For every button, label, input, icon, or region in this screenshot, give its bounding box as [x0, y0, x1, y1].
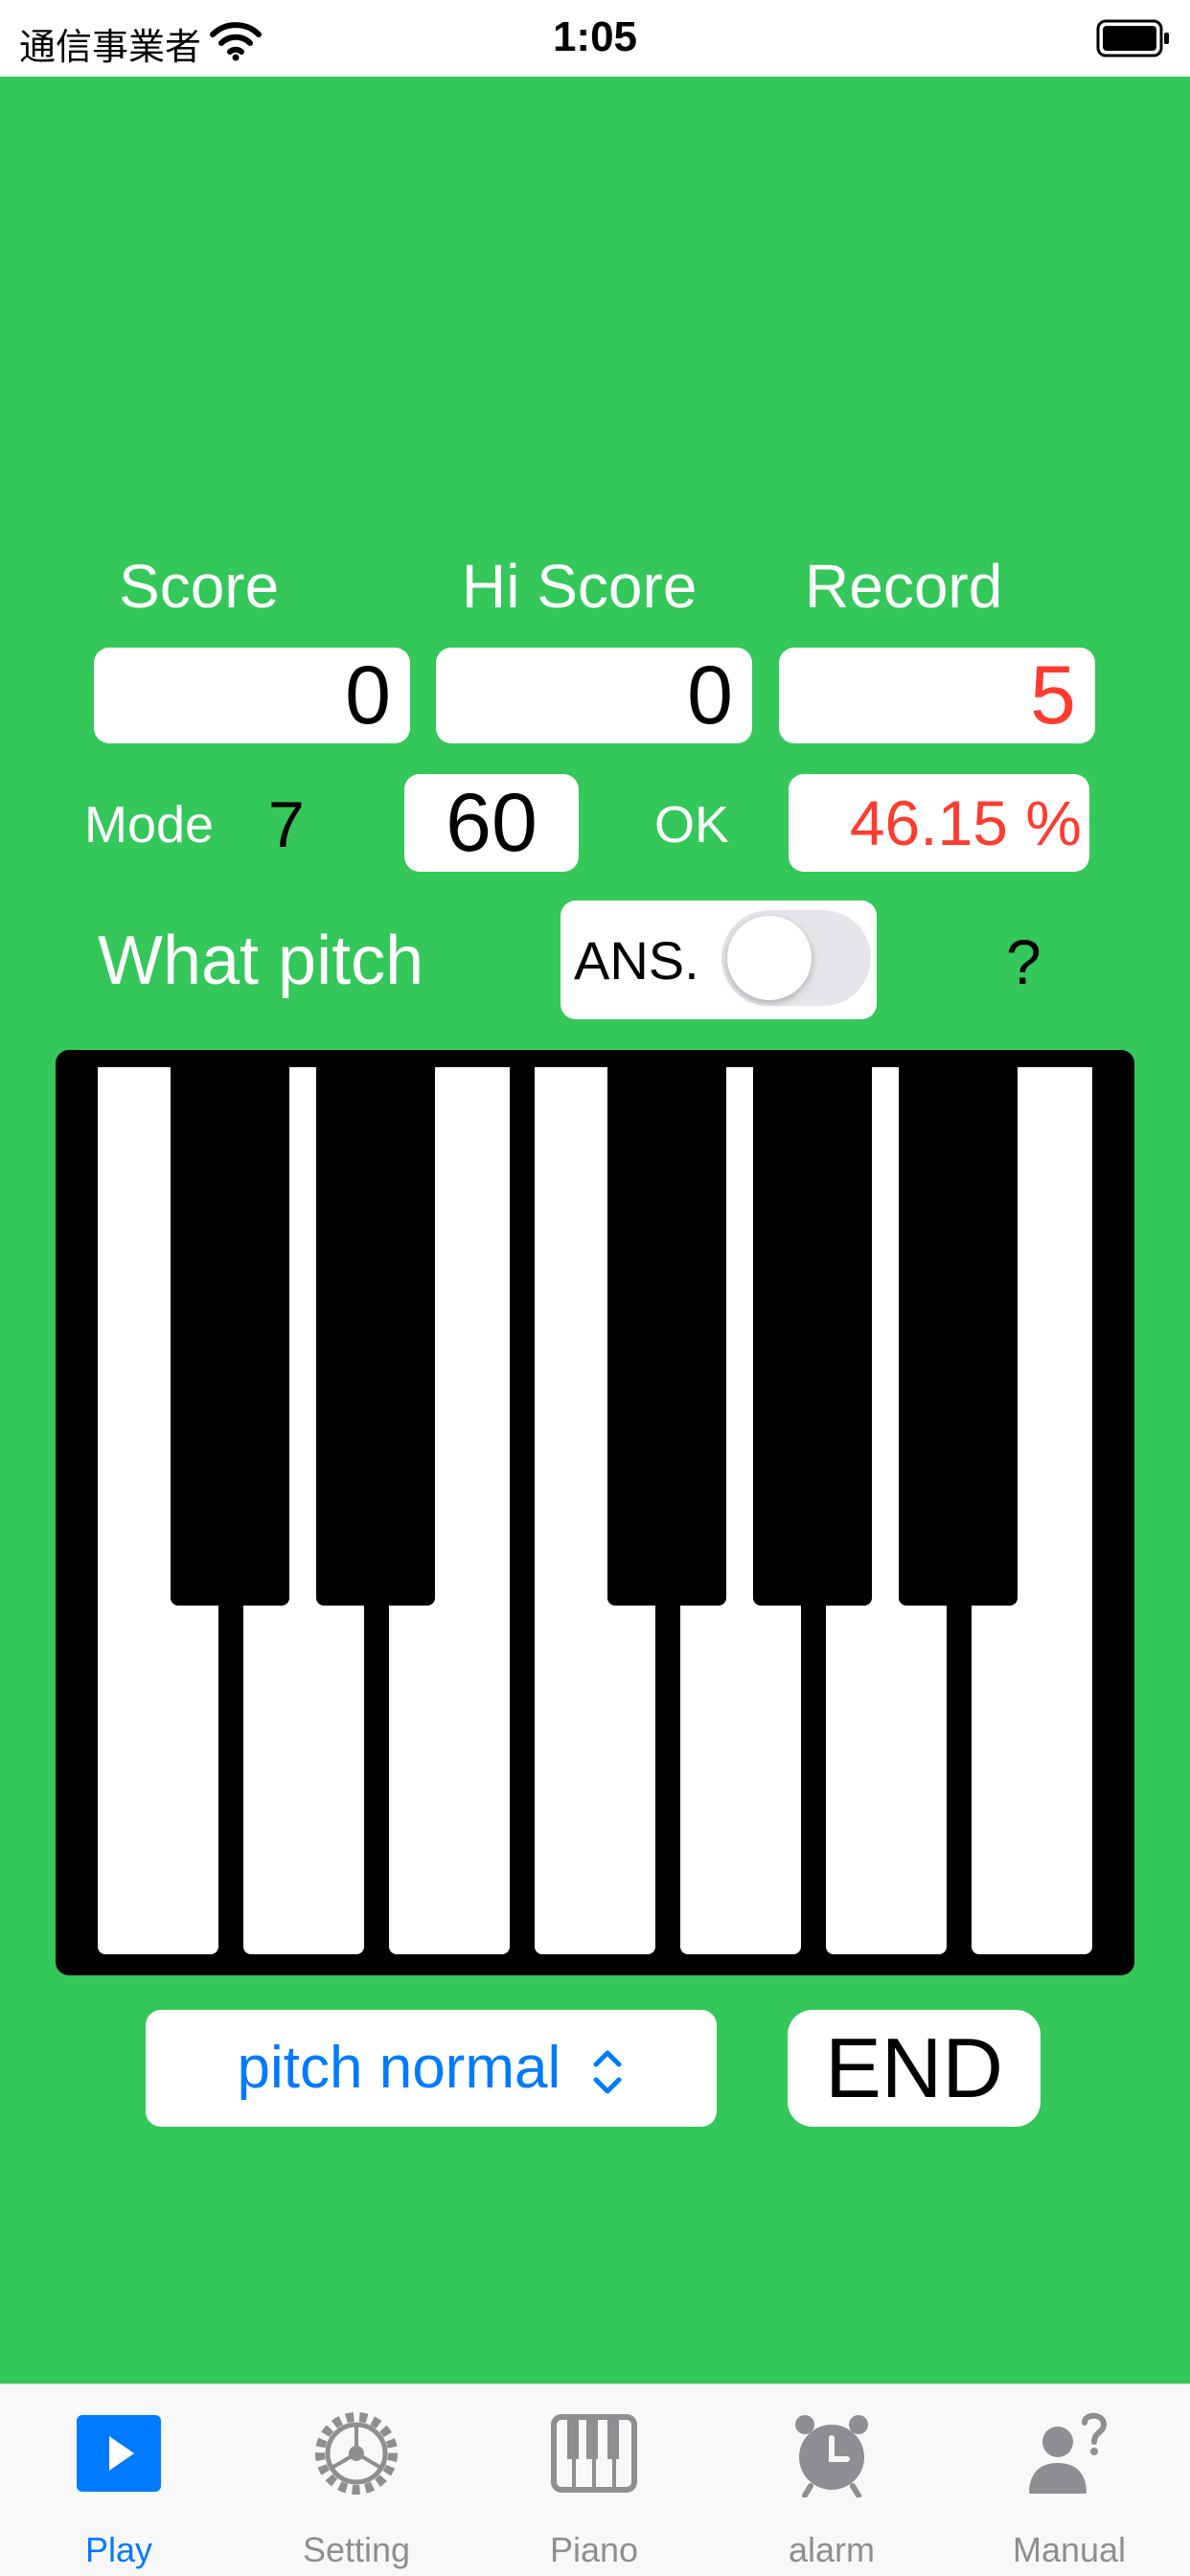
piano-icon	[551, 2414, 637, 2493]
record-label: Record	[805, 552, 1003, 621]
black-key-c-sharp[interactable]	[171, 1067, 289, 1606]
black-key-f-sharp[interactable]	[607, 1067, 726, 1606]
pitch-select[interactable]: pitch normal	[146, 2010, 717, 2127]
black-key-g-sharp[interactable]	[753, 1067, 872, 1606]
tab-label: alarm	[788, 2530, 876, 2569]
piano-keyboard	[56, 1050, 1134, 1975]
chevron-up-down-icon	[593, 2050, 622, 2094]
tab-label: Setting	[302, 2530, 411, 2569]
ok-percent: 46.15 %	[789, 774, 1089, 872]
mode-value: 7	[268, 788, 305, 861]
pitch-select-value: pitch normal	[237, 2035, 561, 2101]
black-key-a-sharp[interactable]	[899, 1067, 1018, 1606]
score-value: 0	[94, 648, 410, 743]
question-count: 60	[404, 774, 579, 872]
tab-alarm[interactable]: alarm	[713, 2384, 950, 2576]
tab-label: Piano	[549, 2530, 639, 2569]
toggle-knob	[727, 916, 812, 1000]
alarm-clock-icon	[795, 2415, 868, 2497]
answer-toggle[interactable]	[721, 910, 871, 1006]
question-title: What pitch	[98, 923, 424, 999]
record-value: 5	[779, 648, 1095, 743]
ok-label: OK	[654, 796, 730, 854]
gear-icon	[315, 2412, 398, 2495]
play-icon	[77, 2415, 161, 2492]
tab-setting[interactable]: Setting	[238, 2384, 475, 2576]
tab-label: Play	[84, 2530, 153, 2569]
hiscore-value: 0	[436, 648, 752, 743]
answer-toggle-container: ANS.	[561, 900, 877, 1019]
end-button[interactable]: END	[788, 2010, 1041, 2127]
black-key-d-sharp[interactable]	[316, 1067, 435, 1606]
help-button[interactable]: ?	[1006, 925, 1041, 998]
hiscore-label: Hi Score	[462, 552, 698, 621]
score-label: Score	[119, 552, 280, 621]
tab-piano[interactable]: Piano	[475, 2384, 713, 2576]
tab-manual[interactable]: Manual	[950, 2384, 1188, 2576]
status-time: 1:05	[552, 13, 638, 60]
person-question-icon	[1029, 2412, 1108, 2494]
tab-play[interactable]: Play	[0, 2384, 238, 2576]
tab-bar: Play Setting Piano alarm Manual	[0, 2383, 1190, 2576]
mode-label: Mode	[84, 796, 215, 854]
status-bar: 通信事業者 1:05	[0, 0, 1190, 77]
answer-label: ANS.	[574, 930, 699, 991]
tab-label: Manual	[1012, 2530, 1127, 2569]
battery-icon	[1096, 19, 1169, 57]
